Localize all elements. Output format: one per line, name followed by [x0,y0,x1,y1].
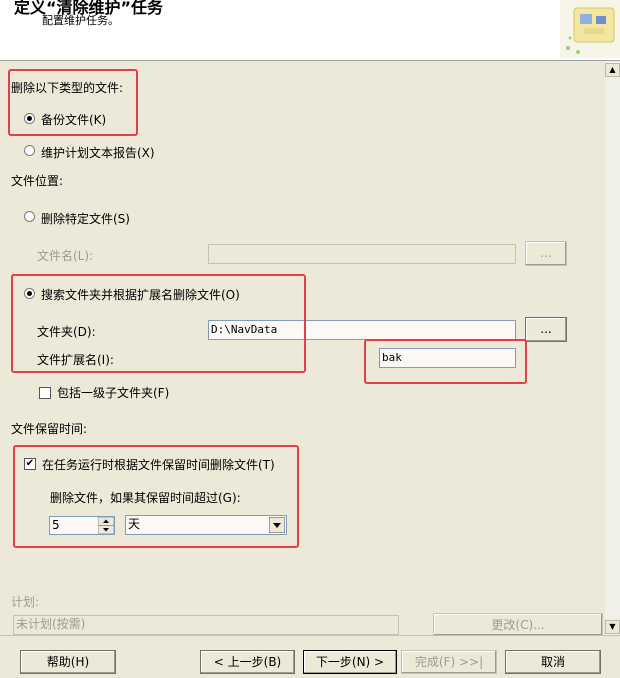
delete-types-label: 删除以下类型的文件: [11,81,124,95]
age-unit-text: 天 [128,517,141,531]
folder-input[interactable]: D:\NavData [208,320,516,340]
backup-files-label[interactable]: 备份文件(K) [41,111,106,128]
wizard-footer: 帮助(H) < 上一步(B) 下一步(N) > 完成(F) >>| 取消 [0,635,620,678]
delete-specific-radio[interactable] [24,211,35,222]
change-schedule-button[interactable]: 更改(C)... [433,613,603,636]
finish-button[interactable]: 完成(F) >>| [401,650,497,674]
search-folder-label[interactable]: 搜索文件夹并根据扩展名删除文件(O) [41,286,240,303]
chevron-down-icon[interactable] [268,516,286,534]
search-folder-radio[interactable] [24,288,35,299]
file-name-browse-button[interactable]: ... [525,241,567,266]
wizard-header: 定义“清除维护”任务 配置维护任务。 [0,0,620,61]
cancel-button[interactable]: 取消 [505,650,601,674]
folder-label: 文件夹(D): [37,325,96,339]
arrow-up-icon[interactable]: ▲ [605,63,620,77]
file-name-input[interactable] [208,244,516,264]
retention-label: 文件保留时间: [11,422,88,436]
file-location-label: 文件位置: [11,174,64,188]
next-button[interactable]: 下一步(N) > [303,650,397,674]
delete-by-age-checkbox[interactable]: ✔ [24,458,36,470]
page-subtitle: 配置维护任务。 [42,14,119,27]
backup-files-radio[interactable] [24,113,35,124]
include-subfolders-checkbox[interactable] [39,387,51,399]
maintenance-wizard-icon [560,0,620,58]
vertical-scrollbar[interactable]: ▲ ▼ [605,61,620,635]
delete-specific-label[interactable]: 删除特定文件(S) [41,210,130,227]
spinner-arrows-icon[interactable] [97,516,115,535]
extension-input[interactable]: bak [379,348,516,368]
file-name-label: 文件名(L): [37,249,94,263]
extension-label: 文件扩展名(I): [37,353,114,367]
age-threshold-label: 删除文件，如果其保留时间超过(G): [50,491,241,505]
include-subfolders-label[interactable]: 包括一级子文件夹(F) [57,384,169,401]
age-unit-select[interactable]: 天 [125,515,287,535]
help-button[interactable]: 帮助(H) [20,650,116,674]
age-value-text: 5 [52,518,60,532]
delete-by-age-label[interactable]: 在任务运行时根据文件保留时间删除文件(T) [42,456,275,473]
folder-browse-button[interactable]: ... [525,317,567,342]
maintenance-report-radio[interactable] [24,145,35,156]
schedule-label: 计划: [11,595,40,609]
back-button[interactable]: < 上一步(B) [200,650,295,674]
arrow-down-icon[interactable]: ▼ [605,620,620,634]
maintenance-report-label[interactable]: 维护计划文本报告(X) [41,144,155,161]
schedule-field: 未计划(按需) [13,615,399,635]
